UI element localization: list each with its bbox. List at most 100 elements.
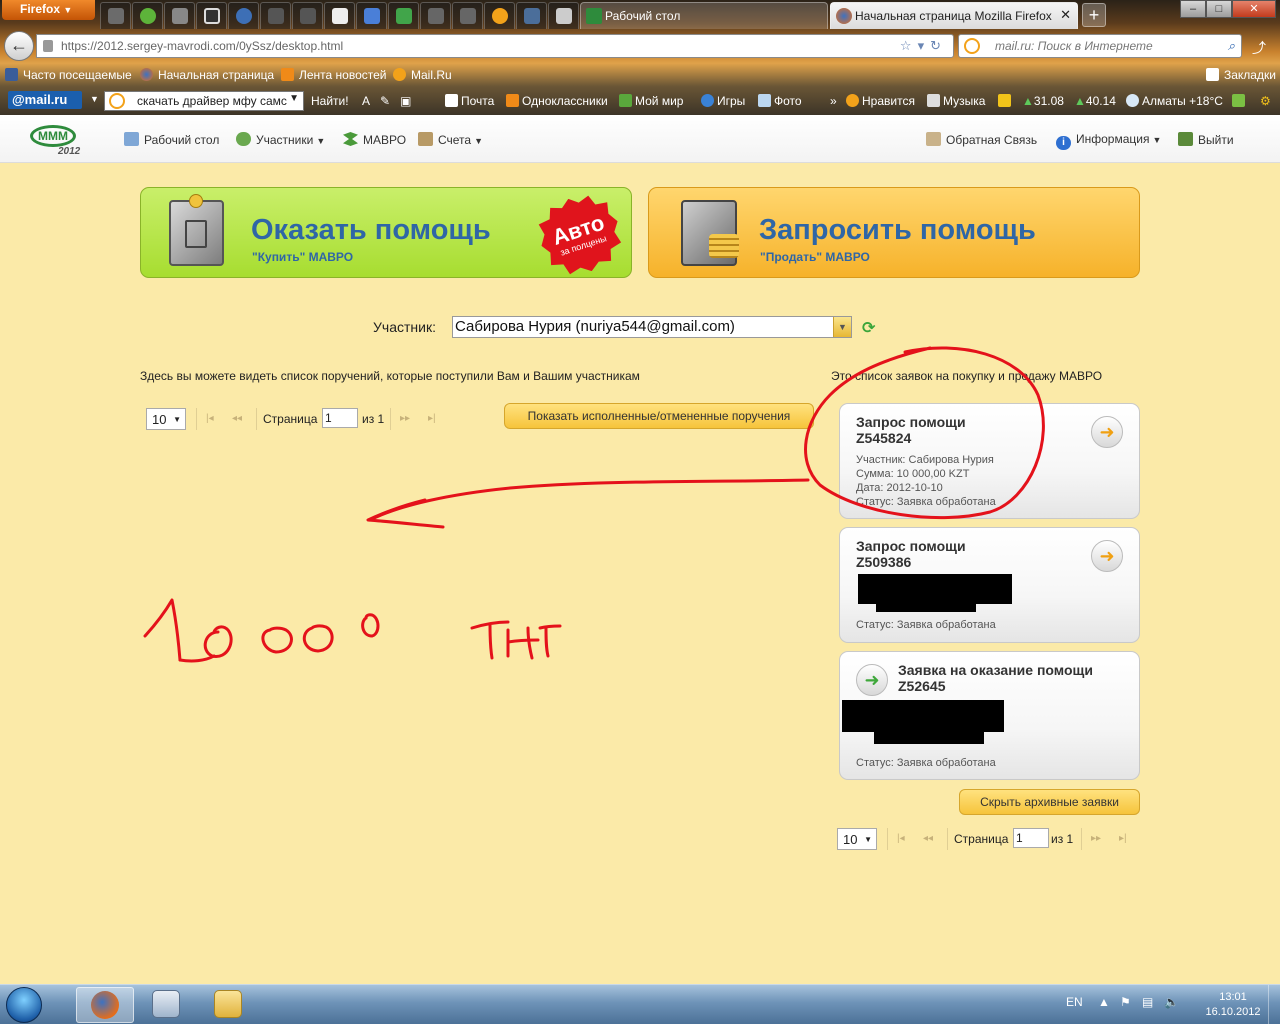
next-page-icon[interactable]: ▸▸: [1091, 833, 1101, 844]
nav-accounts[interactable]: Счета ▼: [418, 132, 483, 147]
show-desktop-button[interactable]: [1268, 985, 1280, 1024]
close-button[interactable]: ✕: [1232, 0, 1276, 18]
tab-firefox-start[interactable]: Начальная страница Mozilla Firefox ✕: [830, 2, 1078, 29]
pinned-tab[interactable]: [196, 2, 227, 29]
taskbar-calculator[interactable]: [138, 987, 196, 1023]
more-chevron[interactable]: »: [830, 94, 837, 108]
taskbar-explorer[interactable]: [200, 987, 258, 1023]
mailru-games[interactable]: Игры: [701, 94, 745, 108]
chevron-down-icon[interactable]: ▼: [289, 93, 299, 104]
search-icon[interactable]: ⌕: [1228, 38, 1235, 54]
show-completed-orders-button[interactable]: Показать исполненные/отмененные поручени…: [504, 403, 814, 429]
mailru-notify[interactable]: [998, 94, 1014, 108]
close-tab-icon[interactable]: ✕: [1060, 7, 1071, 23]
map-button[interactable]: [1232, 94, 1248, 108]
pinned-tab[interactable]: [228, 2, 259, 29]
mailru-find-button[interactable]: Найти!: [311, 94, 349, 108]
back-button[interactable]: ←: [4, 31, 34, 61]
request-help-button[interactable]: Запросить помощь "Продать" МАВРО: [648, 187, 1140, 278]
bookmark-most-visited[interactable]: Часто посещаемые: [5, 68, 132, 82]
settings-gear-icon[interactable]: ⚙: [1260, 94, 1271, 108]
bookmark-mailru[interactable]: Mail.Ru: [393, 68, 452, 82]
bookmark-news-feed[interactable]: Лента новостей: [281, 68, 387, 82]
pinned-tab[interactable]: [388, 2, 419, 29]
pinned-tab[interactable]: [452, 2, 483, 29]
mailru-likes[interactable]: Нравится: [846, 94, 915, 108]
maximize-button[interactable]: □: [1206, 0, 1232, 18]
first-page-icon[interactable]: |◂: [206, 413, 214, 424]
mailru-search-input[interactable]: скачать драйвер мфу самс ▼: [104, 91, 304, 111]
network-icon[interactable]: ▤: [1142, 995, 1153, 1009]
usd-rate[interactable]: ▲31.08: [1022, 94, 1064, 108]
pinned-tab[interactable]: [132, 2, 163, 29]
flag-icon[interactable]: ⚑: [1120, 995, 1131, 1009]
offer-card[interactable]: ➜ Заявка на оказание помощи Z52645 Статус…: [839, 651, 1140, 780]
nav-mavro[interactable]: МАВРО: [343, 132, 406, 147]
per-page-select[interactable]: 10 ▼: [146, 408, 186, 430]
minimize-button[interactable]: –: [1180, 0, 1206, 18]
pinned-tab[interactable]: [356, 2, 387, 29]
pinned-tab[interactable]: [324, 2, 355, 29]
pinned-tab[interactable]: [100, 2, 131, 29]
search-input[interactable]: mail.ru: Поиск в Интернете ⌕: [958, 34, 1242, 58]
nav-desktop[interactable]: Рабочий стол: [124, 132, 219, 147]
scroll-up-icon[interactable]: ⤴: [1252, 38, 1266, 58]
nav-logout[interactable]: Выйти: [1178, 132, 1234, 147]
screen-icon[interactable]: ▣: [400, 94, 421, 108]
last-page-icon[interactable]: ▸|: [428, 413, 436, 424]
pinned-tab[interactable]: [420, 2, 451, 29]
arrow-right-icon[interactable]: ➜: [1091, 540, 1123, 572]
hide-archive-button[interactable]: Скрыть архивные заявки: [959, 789, 1140, 815]
mailru-odnoklassniki[interactable]: Одноклассники: [506, 94, 608, 108]
page-input[interactable]: 1: [322, 408, 358, 428]
tab-desktop[interactable]: Рабочий стол: [580, 2, 828, 29]
first-page-icon[interactable]: |◂: [897, 833, 905, 844]
prev-page-icon[interactable]: ◂◂: [232, 413, 242, 424]
page-input[interactable]: 1: [1013, 828, 1049, 848]
arrow-right-green-icon[interactable]: ➜: [856, 664, 888, 696]
mailru-logo[interactable]: @mail.ru: [8, 91, 82, 109]
arrow-right-icon[interactable]: ➜: [1091, 416, 1123, 448]
url-bar[interactable]: https://2012.sergey-mavrodi.com/0ySsz/de…: [36, 34, 954, 58]
give-help-button[interactable]: Оказать помощь "Купить" МАВРО Авто за по…: [140, 187, 632, 278]
bookmark-start-page[interactable]: Начальная страница: [140, 68, 274, 82]
language-indicator[interactable]: EN: [1066, 995, 1083, 1009]
chevron-down-icon[interactable]: ▼: [90, 94, 99, 104]
volume-icon[interactable]: 🔈: [1164, 995, 1179, 1009]
font-icon[interactable]: A: [362, 94, 380, 108]
pinned-tab[interactable]: [548, 2, 579, 29]
pinned-tab[interactable]: [516, 2, 547, 29]
bookmarks-menu[interactable]: Закладки: [1206, 68, 1276, 82]
pinned-tab[interactable]: [164, 2, 195, 29]
nav-information[interactable]: i Информация ▼: [1056, 132, 1161, 150]
last-page-icon[interactable]: ▸|: [1119, 833, 1127, 844]
next-page-icon[interactable]: ▸▸: [400, 413, 410, 424]
refresh-icon[interactable]: ⟳: [862, 318, 875, 338]
mmm-logo[interactable]: МММ 2012: [30, 123, 80, 159]
clock[interactable]: 13:01 16.10.2012: [1198, 990, 1268, 1020]
search-engine-icon[interactable]: [964, 38, 980, 54]
mailru-my-world[interactable]: Мой мир: [619, 94, 683, 108]
nav-feedback[interactable]: Обратная Связь: [926, 132, 1037, 147]
firefox-menu-button[interactable]: Firefox ▼: [2, 0, 95, 20]
pinned-tab[interactable]: [260, 2, 291, 29]
prev-page-icon[interactable]: ◂◂: [923, 833, 933, 844]
pen-icon[interactable]: ✎: [380, 94, 400, 108]
reload-icon[interactable]: ↻: [930, 38, 947, 53]
pinned-tab[interactable]: [484, 2, 515, 29]
taskbar-firefox[interactable]: [76, 987, 134, 1023]
participant-select[interactable]: Сабирова Нурия (nuriya544@gmail.com) ▼: [452, 316, 852, 338]
chevron-down-icon[interactable]: ▼: [833, 317, 851, 337]
eur-rate[interactable]: ▲40.14: [1074, 94, 1116, 108]
mailru-photo[interactable]: Фото: [758, 94, 802, 108]
per-page-select[interactable]: 10 ▼: [837, 828, 877, 850]
show-hidden-icons[interactable]: ▲: [1098, 995, 1110, 1009]
mailru-music[interactable]: Музыка: [927, 94, 985, 108]
bookmark-star-icon[interactable]: ☆: [900, 38, 918, 53]
dropdown-arrow-icon[interactable]: ▾: [918, 38, 931, 53]
request-card[interactable]: Запрос помощи Z509386 Статус: Заявка обра…: [839, 527, 1140, 643]
nav-participants[interactable]: Участники ▼: [236, 132, 325, 147]
request-card[interactable]: Запрос помощи Z545824 Участник: Сабирова …: [839, 403, 1140, 519]
pinned-tab[interactable]: [292, 2, 323, 29]
mailru-mail[interactable]: Почта: [445, 94, 494, 108]
